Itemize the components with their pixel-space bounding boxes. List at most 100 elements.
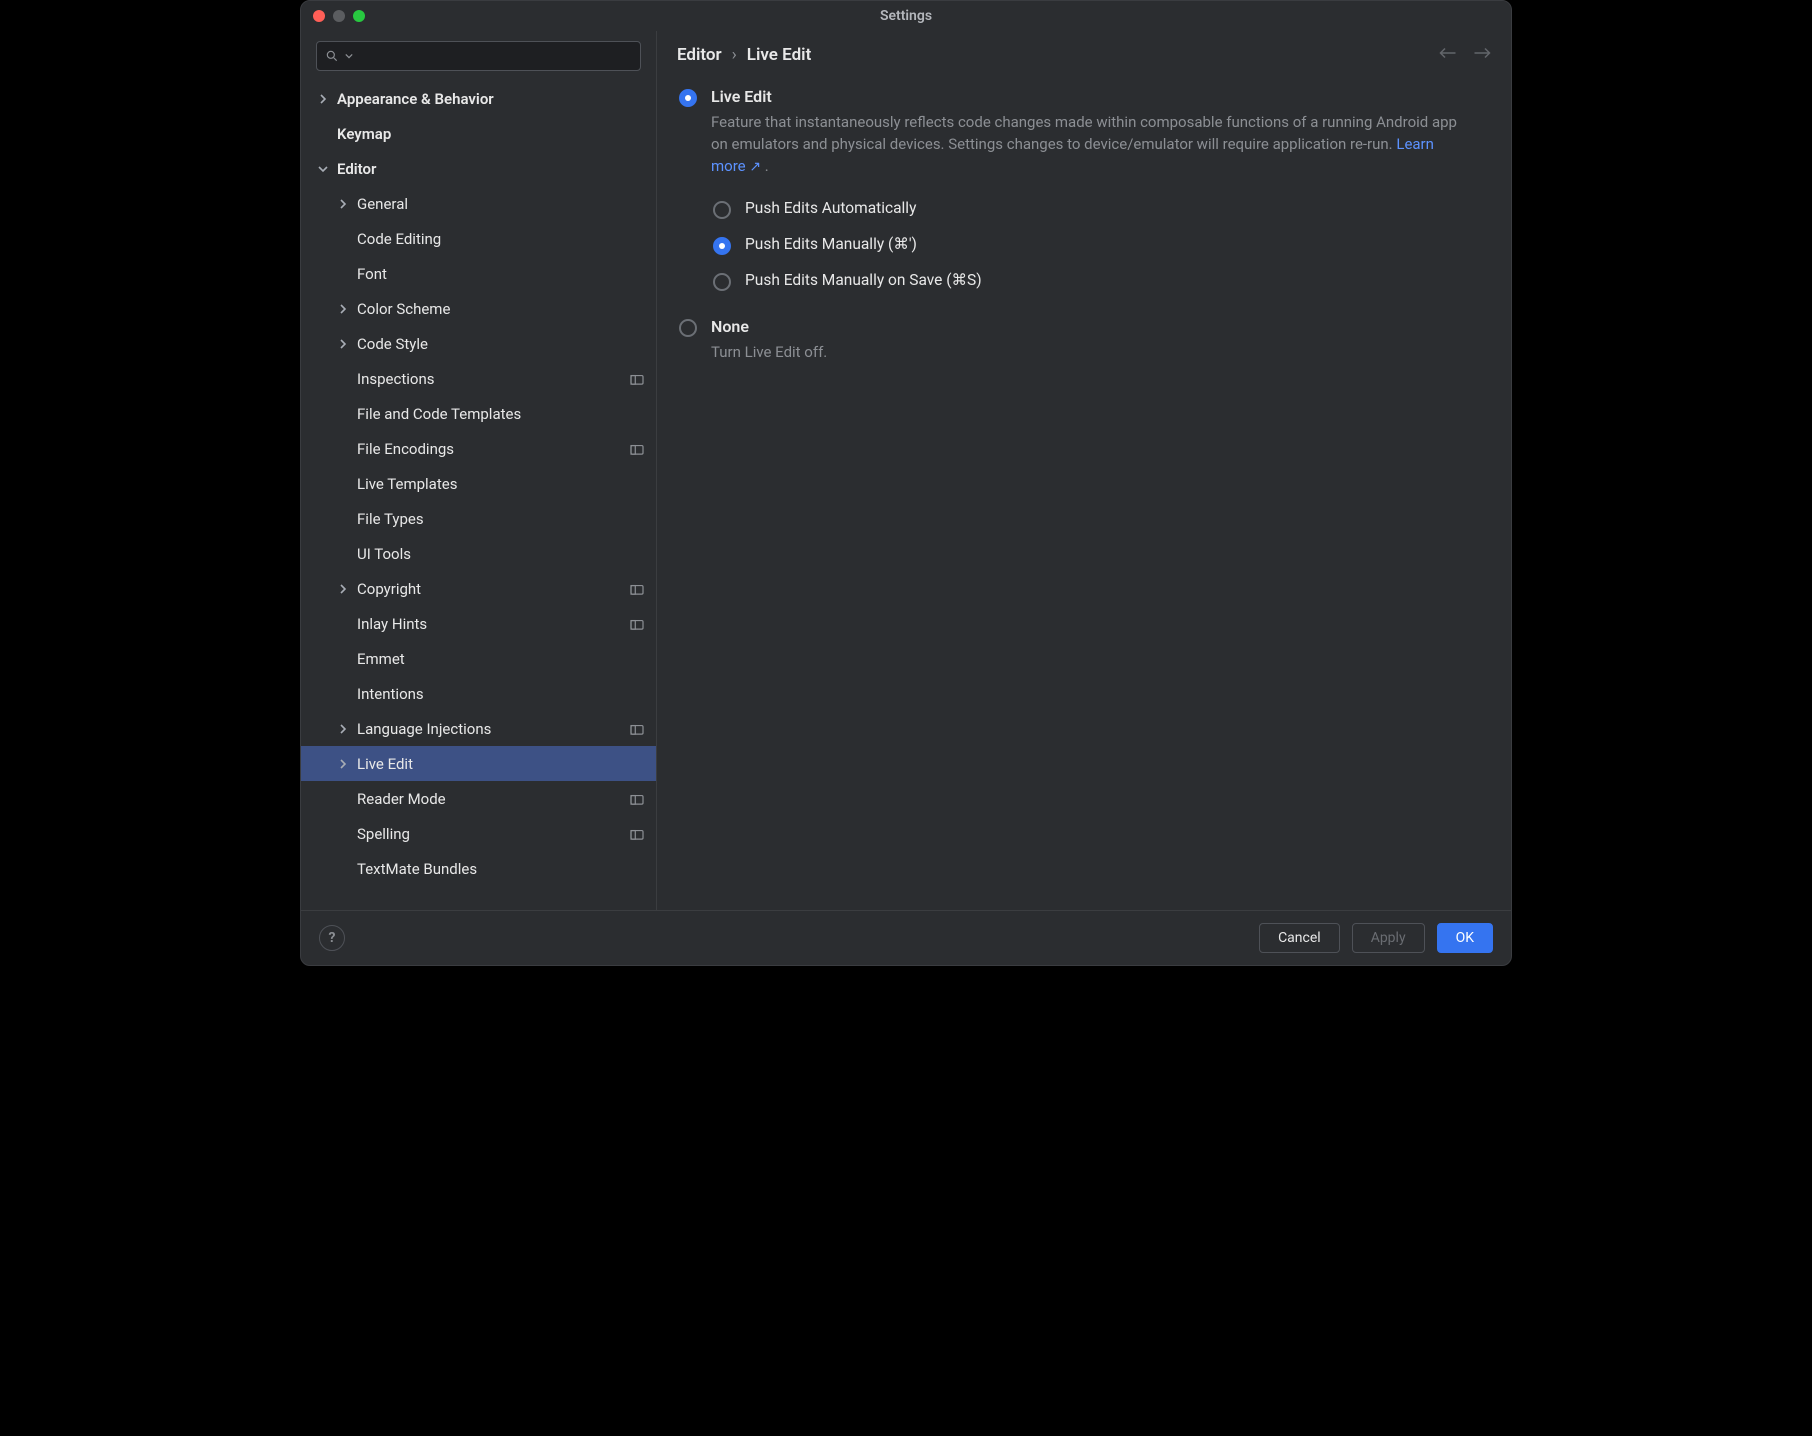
chevron-right-icon[interactable] (315, 94, 331, 104)
sidebar-item-label: File Types (357, 510, 644, 528)
sidebar-item-file-encodings[interactable]: File Encodings (301, 431, 656, 466)
option-live-edit-title: Live Edit (711, 87, 1489, 106)
sidebar-item-intentions[interactable]: Intentions (301, 676, 656, 711)
breadcrumb: Editor › Live Edit (677, 45, 811, 65)
sidebar-item-label: Inlay Hints (357, 615, 630, 633)
sidebar-item-live-templates[interactable]: Live Templates (301, 466, 656, 501)
sidebar: Appearance & Behavior Keymap Editor General… (301, 31, 657, 910)
footer: ? Cancel Apply OK (301, 910, 1511, 965)
option-push-manual-label: Push Edits Manually (⌘') (745, 235, 1489, 253)
search-wrap (301, 31, 656, 77)
sidebar-item-label: Editor (337, 160, 644, 178)
sidebar-item-textmate-bundles[interactable]: TextMate Bundles (301, 851, 656, 886)
chevron-right-icon[interactable] (335, 759, 351, 769)
sidebar-item-inspections[interactable]: Inspections (301, 361, 656, 396)
sidebar-item-label: File and Code Templates (357, 405, 644, 423)
sidebar-item-live-edit[interactable]: Live Edit (301, 746, 656, 781)
project-scope-icon (630, 583, 644, 595)
sidebar-item-ui-tools[interactable]: UI Tools (301, 536, 656, 571)
sidebar-item-spelling[interactable]: Spelling (301, 816, 656, 851)
sidebar-item-label: Color Scheme (357, 300, 644, 318)
titlebar: Settings (301, 1, 1511, 31)
option-push-auto-label: Push Edits Automatically (745, 199, 1489, 217)
sidebar-item-label: Code Editing (357, 230, 644, 248)
project-scope-icon (630, 828, 644, 840)
project-scope-icon (630, 373, 644, 385)
radio-push-on-save[interactable] (713, 273, 731, 291)
sidebar-item-reader-mode[interactable]: Reader Mode (301, 781, 656, 816)
sidebar-item-appearance-behavior[interactable]: Appearance & Behavior (301, 81, 656, 116)
history-back-button[interactable] (1439, 46, 1457, 64)
content: Live Edit Feature that instantaneously r… (657, 77, 1511, 910)
sidebar-item-label: Language Injections (357, 720, 630, 738)
option-push-on-save-label: Push Edits Manually on Save (⌘S) (745, 271, 1489, 289)
sidebar-item-keymap[interactable]: Keymap (301, 116, 656, 151)
sidebar-item-label: Reader Mode (357, 790, 630, 808)
live-edit-suboptions: Push Edits Automatically Push Edits Manu… (679, 191, 1489, 299)
window-controls (313, 10, 365, 22)
radio-none[interactable] (679, 319, 697, 337)
sidebar-item-label: Keymap (337, 125, 644, 143)
radio-live-edit[interactable] (679, 89, 697, 107)
sidebar-item-file-and-code-templates[interactable]: File and Code Templates (301, 396, 656, 431)
project-scope-icon (630, 618, 644, 630)
sidebar-item-file-types[interactable]: File Types (301, 501, 656, 536)
radio-push-auto[interactable] (713, 201, 731, 219)
search-field[interactable] (316, 41, 641, 71)
option-live-edit-desc-post: . (761, 157, 769, 175)
sidebar-item-label: Live Edit (357, 755, 644, 773)
sidebar-item-color-scheme[interactable]: Color Scheme (301, 291, 656, 326)
history-forward-button[interactable] (1473, 46, 1491, 64)
minimize-window-button[interactable] (333, 10, 345, 22)
option-push-on-save[interactable]: Push Edits Manually on Save (⌘S) (713, 263, 1489, 299)
sidebar-item-inlay-hints[interactable]: Inlay Hints (301, 606, 656, 641)
cancel-button[interactable]: Cancel (1259, 923, 1340, 953)
sidebar-item-copyright[interactable]: Copyright (301, 571, 656, 606)
sidebar-item-font[interactable]: Font (301, 256, 656, 291)
zoom-window-button[interactable] (353, 10, 365, 22)
history-nav (1439, 46, 1491, 64)
main-panel: Editor › Live Edit (657, 31, 1511, 910)
sidebar-item-label: Font (357, 265, 644, 283)
apply-button[interactable]: Apply (1352, 923, 1425, 953)
sidebar-item-general[interactable]: General (301, 186, 656, 221)
search-input[interactable] (359, 47, 632, 65)
close-window-button[interactable] (313, 10, 325, 22)
chevron-down-icon (345, 52, 353, 60)
option-push-manual[interactable]: Push Edits Manually (⌘') (713, 227, 1489, 263)
sidebar-item-code-style[interactable]: Code Style (301, 326, 656, 361)
sidebar-item-language-injections[interactable]: Language Injections (301, 711, 656, 746)
sidebar-item-label: Copyright (357, 580, 630, 598)
chevron-right-icon[interactable] (335, 724, 351, 734)
settings-tree[interactable]: Appearance & Behavior Keymap Editor General… (301, 77, 656, 910)
search-icon (325, 49, 339, 63)
sidebar-item-label: Live Templates (357, 475, 644, 493)
project-scope-icon (630, 723, 644, 735)
option-none-desc: Turn Live Edit off. (711, 342, 1471, 364)
breadcrumb-leaf: Live Edit (747, 45, 812, 65)
sidebar-item-label: TextMate Bundles (357, 860, 644, 878)
sidebar-item-code-editing[interactable]: Code Editing (301, 221, 656, 256)
chevron-right-icon[interactable] (335, 584, 351, 594)
chevron-right-icon[interactable] (335, 304, 351, 314)
option-none-title: None (711, 317, 1489, 336)
sidebar-item-label: File Encodings (357, 440, 630, 458)
option-none[interactable]: None Turn Live Edit off. (679, 311, 1489, 370)
option-live-edit[interactable]: Live Edit Feature that instantaneously r… (679, 81, 1489, 183)
sidebar-item-emmet[interactable]: Emmet (301, 641, 656, 676)
chevron-right-icon[interactable] (335, 199, 351, 209)
external-link-icon: ↗ (749, 159, 761, 175)
breadcrumb-root[interactable]: Editor (677, 45, 722, 65)
sidebar-item-editor[interactable]: Editor (301, 151, 656, 186)
chevron-down-icon[interactable] (315, 164, 331, 174)
radio-push-manual[interactable] (713, 237, 731, 255)
sidebar-item-label: Intentions (357, 685, 644, 703)
option-none-body: None Turn Live Edit off. (711, 317, 1489, 364)
option-live-edit-desc-text: Feature that instantaneously reflects co… (711, 113, 1457, 153)
help-button[interactable]: ? (319, 925, 345, 951)
ok-button[interactable]: OK (1437, 923, 1493, 953)
option-push-auto[interactable]: Push Edits Automatically (713, 191, 1489, 227)
chevron-right-icon[interactable] (335, 339, 351, 349)
option-live-edit-desc: Feature that instantaneously reflects co… (711, 112, 1471, 177)
sidebar-item-label: Inspections (357, 370, 630, 388)
